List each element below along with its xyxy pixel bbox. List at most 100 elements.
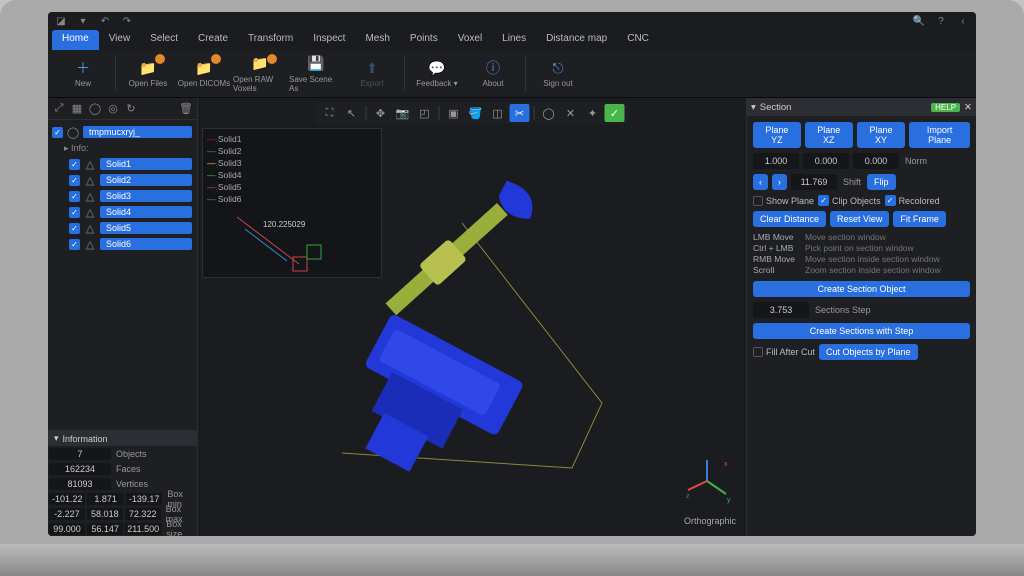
save-scene-button[interactable]: 💾Save Scene As xyxy=(289,52,343,96)
tree-item[interactable]: ✓△Solid2 xyxy=(50,172,195,188)
menu-distance-map[interactable]: Distance map xyxy=(536,30,617,50)
fit-frame-button[interactable]: Fit Frame xyxy=(893,211,946,227)
section-panel: ▾ Section HELP ✕ Plane YZ Plane XZ Plane… xyxy=(746,98,976,536)
save-icon: 💾 xyxy=(306,55,326,73)
reset-view-button[interactable]: Reset View xyxy=(830,211,889,227)
sections-step-input[interactable]: 3.753 xyxy=(753,302,809,318)
mesh-icon: △ xyxy=(83,189,97,203)
mesh-icon: △ xyxy=(83,205,97,219)
create-section-object-button[interactable]: Create Section Object xyxy=(753,281,970,297)
open-files-button[interactable]: 📁Open Files xyxy=(121,52,175,96)
svg-text:120.225029: 120.225029 xyxy=(263,220,306,229)
menu-cnc[interactable]: CNC xyxy=(617,30,659,50)
move-icon[interactable]: ✥ xyxy=(371,104,391,122)
camera-icon[interactable]: 📷 xyxy=(393,104,413,122)
export-button: ⬆Export xyxy=(345,52,399,96)
target-icon[interactable]: ◯ xyxy=(66,125,80,139)
tree-item[interactable]: ✓△Solid4 xyxy=(50,204,195,220)
about-button[interactable]: ⓘAbout xyxy=(466,52,520,96)
box-icon[interactable]: ◫ xyxy=(488,104,508,122)
normal-y-input[interactable]: 0.000 xyxy=(803,153,849,169)
circle-icon[interactable]: ◯ xyxy=(88,102,102,116)
scene-tree: ✓ ◯ tmpmucxryj_ ▸ Info: ✓△Solid1✓△Solid2… xyxy=(48,120,197,430)
svg-text:x: x xyxy=(724,461,728,468)
undo-icon[interactable]: ↶ xyxy=(98,14,112,28)
open-dicoms-button[interactable]: 📁Open DICOMs xyxy=(177,52,231,96)
fill-icon[interactable]: 🪣 xyxy=(466,104,486,122)
prev-button[interactable]: ‹ xyxy=(753,174,768,190)
frame-icon[interactable]: ◰ xyxy=(415,104,435,122)
tree-item[interactable]: ✓△Solid3 xyxy=(50,188,195,204)
checkbox-icon[interactable]: ✓ xyxy=(69,175,80,186)
trash-icon[interactable]: 🗑 xyxy=(179,102,193,116)
confirm-icon[interactable]: ✓ xyxy=(605,104,625,122)
feedback-button[interactable]: 💬Feedback ▾ xyxy=(410,52,464,96)
cut-by-plane-button[interactable]: Cut Objects by Plane xyxy=(819,344,918,360)
menu-lines[interactable]: Lines xyxy=(492,30,536,50)
target-icon[interactable]: ◎ xyxy=(106,102,120,116)
import-plane-button[interactable]: Import Plane xyxy=(909,122,970,148)
redo-icon[interactable]: ↷ xyxy=(120,14,134,28)
checkbox-icon[interactable]: ✓ xyxy=(69,191,80,202)
show-plane-checkbox[interactable]: Show Plane xyxy=(753,195,814,206)
clock-icon[interactable]: ↻ xyxy=(124,102,138,116)
collapse-icon[interactable]: ‹ xyxy=(956,14,970,28)
menu-transform[interactable]: Transform xyxy=(238,30,303,50)
menu-home[interactable]: Home xyxy=(52,30,99,50)
menu-points[interactable]: Points xyxy=(400,30,448,50)
close-icon[interactable]: ✕ xyxy=(561,104,581,122)
wand-icon[interactable]: ✦ xyxy=(583,104,603,122)
pointer-icon[interactable]: ↖ xyxy=(342,104,362,122)
tree-root[interactable]: ✓ ◯ tmpmucxryj_ xyxy=(50,124,195,140)
checkbox-icon[interactable]: ✓ xyxy=(69,207,80,218)
menu-inspect[interactable]: Inspect xyxy=(303,30,355,50)
info-icon: ⓘ xyxy=(483,59,503,77)
menu-create[interactable]: Create xyxy=(188,30,238,50)
close-icon[interactable]: ✕ xyxy=(964,102,972,113)
menu-mesh[interactable]: Mesh xyxy=(355,30,399,50)
axes-gizmo[interactable]: x y z xyxy=(682,456,732,506)
tree-item[interactable]: ✓△Solid1 xyxy=(50,156,195,172)
clip-objects-checkbox[interactable]: ✓Clip Objects xyxy=(818,195,881,206)
menu-voxel[interactable]: Voxel xyxy=(448,30,492,50)
plane-xy-button[interactable]: Plane XY xyxy=(857,122,905,148)
tree-item[interactable]: ✓△Solid5 xyxy=(50,220,195,236)
section-tool-icon[interactable]: ✂ xyxy=(510,104,530,122)
offset-input[interactable]: 11.769 xyxy=(791,174,837,190)
checkbox-icon[interactable]: ✓ xyxy=(52,127,63,138)
fill-after-cut-checkbox[interactable]: Fill After Cut xyxy=(753,344,815,360)
help-badge[interactable]: HELP xyxy=(931,103,960,112)
lasso-icon[interactable]: ◯ xyxy=(539,104,559,122)
section-header: ▾ Section HELP ✕ xyxy=(747,98,976,116)
grid-icon[interactable]: ▦ xyxy=(70,102,84,116)
clear-distance-button[interactable]: Clear Distance xyxy=(753,211,826,227)
open-raw-voxels-button[interactable]: 📁Open RAW Voxels xyxy=(233,52,287,96)
new-button[interactable]: ＋New xyxy=(56,52,110,96)
checkbox-icon[interactable]: ✓ xyxy=(69,239,80,250)
menu-view[interactable]: View xyxy=(99,30,141,50)
fit-icon[interactable]: ⛶ xyxy=(320,104,340,122)
dropdown-icon[interactable]: ▾ xyxy=(76,14,90,28)
create-sections-step-button[interactable]: Create Sections with Step xyxy=(753,323,970,339)
tree-item[interactable]: ✓△Solid6 xyxy=(50,236,195,252)
sign-out-button[interactable]: ⎋Sign out xyxy=(531,52,585,96)
information-panel: ▾ Information 7Objects 162234Faces 81093… xyxy=(48,430,197,536)
checkbox-icon[interactable]: ✓ xyxy=(69,223,80,234)
expand-icon[interactable]: ⤢ xyxy=(52,102,66,116)
next-button[interactable]: › xyxy=(772,174,787,190)
normal-z-input[interactable]: 0.000 xyxy=(853,153,899,169)
checkbox-icon[interactable]: ✓ xyxy=(69,159,80,170)
plane-yz-button[interactable]: Plane YZ xyxy=(753,122,801,148)
recolored-checkbox[interactable]: ✓Recolored xyxy=(885,195,940,206)
region-icon[interactable]: ▣ xyxy=(444,104,464,122)
export-icon: ⬆ xyxy=(362,59,382,77)
ribbon: ＋New 📁Open Files 📁Open DICOMs 📁Open RAW … xyxy=(48,50,976,98)
menu-select[interactable]: Select xyxy=(140,30,188,50)
normal-x-input[interactable]: 1.000 xyxy=(753,153,799,169)
information-header[interactable]: ▾ Information xyxy=(48,431,197,446)
search-icon[interactable]: 🔍 xyxy=(912,14,926,28)
plane-xz-button[interactable]: Plane XZ xyxy=(805,122,853,148)
viewport[interactable]: ⛶ ↖ ✥ 📷 ◰ ▣ 🪣 ◫ ✂ ◯ ✕ ✦ ✓ — Solid1— Soli… xyxy=(198,98,746,536)
flip-button[interactable]: Flip xyxy=(867,174,896,190)
help-icon[interactable]: ? xyxy=(934,14,948,28)
